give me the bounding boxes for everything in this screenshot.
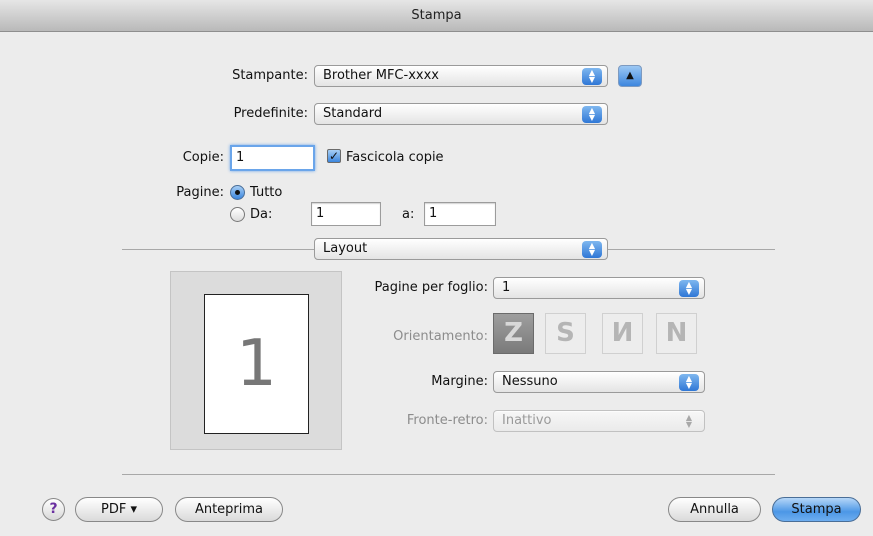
pages-range-radio[interactable] (230, 207, 245, 222)
orientation-s-icon: S (556, 318, 575, 348)
collate-checkbox[interactable]: ✓ (327, 149, 341, 163)
page-preview: 1 (170, 271, 342, 450)
cancel-button[interactable]: Annulla (668, 497, 761, 522)
stepper-icon: ▲ ▼ (582, 241, 602, 258)
orientation-z-icon: Z (504, 318, 523, 348)
printer-label: Stampante: (232, 68, 308, 83)
pages-to-label: a: (402, 207, 415, 222)
orientation-n-button[interactable]: N (656, 313, 697, 354)
duplex-value: Inattivo (502, 413, 552, 428)
border-popup[interactable]: Nessuno ▲ ▼ (493, 371, 705, 393)
pages-from-value: 1 (316, 206, 325, 221)
orientation-reverse-n-button[interactable]: И (602, 313, 643, 354)
pages-per-sheet-value: 1 (502, 280, 511, 295)
stepper-icon: ▲ ▼ (685, 413, 693, 429)
orientation-z-button[interactable]: Z (493, 313, 534, 354)
orientation-n-icon: N (665, 318, 688, 348)
pdf-menu-button[interactable]: PDF ▾ (75, 497, 163, 522)
presets-popup[interactable]: Standard ▲ ▼ (314, 103, 608, 125)
pages-to-input[interactable]: 1 (424, 202, 496, 226)
copies-value: 1 (236, 150, 245, 165)
duplex-popup[interactable]: Inattivo ▲ ▼ (493, 410, 705, 432)
border-value: Nessuno (502, 374, 558, 389)
checkmark-icon: ✓ (328, 149, 340, 163)
window-title: Stampa (0, 0, 873, 32)
border-label: Margine: (431, 374, 488, 389)
stepper-icon: ▲ ▼ (679, 280, 699, 297)
question-icon: ? (49, 501, 58, 517)
copies-input[interactable]: 1 (230, 145, 315, 171)
duplex-label: Fronte-retro: (406, 413, 488, 428)
pages-per-sheet-popup[interactable]: 1 ▲ ▼ (493, 277, 705, 299)
pages-per-sheet-label: Pagine per foglio: (374, 280, 488, 295)
disclosure-expand-button[interactable]: ▲ (618, 65, 642, 87)
panel-popup[interactable]: Layout ▲ ▼ (314, 238, 608, 260)
orientation-reverse-n-icon: И (611, 318, 634, 348)
pages-to-value: 1 (429, 206, 438, 221)
copies-label: Copie: (182, 150, 224, 165)
preview-button[interactable]: Anteprima (175, 497, 283, 522)
pages-from-label: Da: (250, 207, 273, 222)
pages-all-radio[interactable] (230, 185, 245, 200)
pages-all-label: Tutto (250, 185, 283, 200)
collate-label: Fascicola copie (346, 150, 444, 165)
help-button[interactable]: ? (42, 498, 65, 521)
print-button[interactable]: Stampa (772, 497, 861, 522)
printer-value: Brother MFC-xxxx (323, 68, 439, 83)
panel-value: Layout (323, 241, 368, 256)
pages-label: Pagine: (176, 185, 224, 200)
triangle-up-icon: ▲ (626, 70, 634, 81)
presets-label: Predefinite: (233, 106, 308, 121)
pages-from-input[interactable]: 1 (311, 202, 381, 226)
stepper-icon: ▲ ▼ (582, 106, 602, 123)
orientation-s-button[interactable]: S (545, 313, 586, 354)
stepper-icon: ▲ ▼ (679, 374, 699, 391)
preview-sheet: 1 (204, 294, 309, 434)
preview-page-number: 1 (236, 327, 277, 401)
orientation-label: Orientamento: (393, 329, 488, 344)
printer-popup[interactable]: Brother MFC-xxxx ▲ ▼ (314, 65, 608, 87)
presets-value: Standard (323, 106, 383, 121)
stepper-icon: ▲ ▼ (582, 68, 602, 85)
separator-line-bottom (122, 474, 775, 475)
